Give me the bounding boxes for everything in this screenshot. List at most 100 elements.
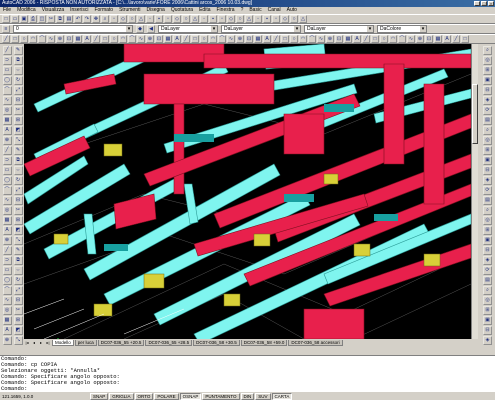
modify-tool-icon[interactable]: A (443, 35, 451, 43)
modify-tool-icon[interactable]: A (83, 35, 91, 43)
status-toggle-din[interactable]: DIN (240, 392, 255, 400)
draw-tool-icon[interactable]: ◯ (2, 76, 12, 85)
modify-tool-icon[interactable]: ⊟ (13, 196, 23, 205)
modify-tool-icon[interactable]: ◠ (29, 35, 37, 43)
status-toggle-osnap[interactable]: OSNAP (179, 392, 202, 400)
status-toggle-snap[interactable]: SNAP (90, 392, 109, 400)
modify-tool-icon[interactable]: A (173, 35, 181, 43)
menu-item-canal[interactable]: Canal (268, 7, 281, 14)
tab-nav-button[interactable]: ▸ (38, 340, 44, 346)
preview-icon[interactable]: ◫ (38, 15, 46, 23)
tool-icon[interactable]: △ (191, 15, 199, 23)
modify-tool-icon[interactable]: ▦ (164, 35, 172, 43)
modify-tool-icon[interactable]: ⇔ (13, 166, 23, 175)
modify-tool-icon[interactable]: ✎ (13, 46, 23, 55)
view-tool-icon[interactable]: ⊞ (483, 146, 492, 155)
modify-tool-icon[interactable]: ↻ (13, 176, 23, 185)
modify-tool-icon[interactable]: ✎ (13, 246, 23, 255)
cut-icon[interactable]: ✂ (47, 15, 55, 23)
draw-tool-icon[interactable]: ∿ (2, 196, 12, 205)
draw-tool-icon[interactable]: A (2, 326, 12, 335)
modify-tool-icon[interactable]: ⤡ (13, 136, 23, 145)
layout-tab[interactable]: Modello (52, 339, 74, 346)
modify-tool-icon[interactable]: ╱ (452, 35, 460, 43)
modify-tool-icon[interactable]: ◠ (209, 35, 217, 43)
modify-tool-icon[interactable]: ⊕ (146, 35, 154, 43)
menu-item-visualizza[interactable]: Visualizza (42, 7, 64, 14)
save-icon[interactable]: ▣ (20, 15, 28, 23)
modify-tool-icon[interactable]: ⊕ (326, 35, 334, 43)
lineweight-select[interactable]: DaLayer (304, 25, 374, 33)
modify-tool-icon[interactable]: ▦ (254, 35, 262, 43)
modify-tool-icon[interactable]: ⤢ (13, 186, 23, 195)
draw-tool-icon[interactable]: ▦ (2, 216, 12, 225)
scrollbar-thumb[interactable] (472, 84, 478, 144)
draw-tool-icon[interactable]: ⊕ (2, 336, 12, 345)
modify-tool-icon[interactable]: ⇔ (13, 66, 23, 75)
menu-item-[interactable]: ? (241, 7, 244, 14)
modify-tool-icon[interactable]: ⧉ (13, 256, 23, 265)
status-toggle-griglia[interactable]: GRIGLIA (109, 392, 134, 400)
modify-tool-icon[interactable]: ⊞ (13, 216, 23, 225)
color-select[interactable]: DaLayer (158, 25, 218, 33)
draw-tool-icon[interactable]: ▭ (2, 166, 12, 175)
tool-icon[interactable]: ▫ (110, 15, 118, 23)
draw-tool-icon[interactable]: ▭ (2, 66, 12, 75)
paste-icon[interactable]: ▤ (65, 15, 73, 23)
modify-tool-icon[interactable]: ∿ (227, 35, 235, 43)
draw-tool-icon[interactable]: ╱ (2, 246, 12, 255)
tool-icon[interactable]: ◦ (146, 15, 154, 23)
pan-icon[interactable]: ✥ (92, 15, 100, 23)
view-tool-icon[interactable]: ⟳ (483, 266, 492, 275)
view-tool-icon[interactable]: ⊟ (483, 166, 492, 175)
tool-icon[interactable]: △ (299, 15, 307, 23)
view-tool-icon[interactable]: ⊟ (483, 326, 492, 335)
print-icon[interactable]: ⎙ (29, 15, 37, 23)
view-tool-icon[interactable]: ▣ (483, 316, 492, 325)
redo-icon[interactable]: ↷ (83, 15, 91, 23)
view-tool-icon[interactable]: ▤ (483, 116, 492, 125)
status-toggle-suv[interactable]: SUV (255, 392, 271, 400)
modify-tool-icon[interactable]: ⊡ (425, 35, 433, 43)
zoom-icon[interactable]: ⌕ (101, 15, 109, 23)
tool-icon[interactable]: ○ (128, 15, 136, 23)
modify-tool-icon[interactable]: ⌒ (398, 35, 406, 43)
modify-tool-icon[interactable]: ◩ (13, 226, 23, 235)
tool-icon[interactable]: △ (245, 15, 253, 23)
tool-icon[interactable]: ◦ (200, 15, 208, 23)
tool-icon[interactable]: ◦ (254, 15, 262, 23)
modify-tool-icon[interactable]: ○ (200, 35, 208, 43)
tab-nav-button[interactable]: |◂ (24, 340, 30, 346)
layout-tab[interactable]: per luca (74, 339, 97, 346)
view-tool-icon[interactable]: ⊞ (483, 306, 492, 315)
draw-tool-icon[interactable]: ◯ (2, 276, 12, 285)
menu-item-basic[interactable]: Basic (249, 7, 261, 14)
view-tool-icon[interactable]: ⟳ (483, 106, 492, 115)
make-current-layer-icon[interactable]: ◆ (136, 25, 144, 33)
view-tool-icon[interactable]: ◎ (483, 56, 492, 65)
view-tool-icon[interactable]: ⌕ (483, 206, 492, 215)
view-tool-icon[interactable]: ⊞ (483, 226, 492, 235)
view-tool-icon[interactable]: ◎ (483, 296, 492, 305)
layout-tab[interactable]: DC07-036_58 +59.0 (240, 339, 288, 346)
previous-layer-icon[interactable]: ◀ (147, 25, 155, 33)
modify-tool-icon[interactable]: ⌒ (308, 35, 316, 43)
tool-icon[interactable]: ○ (236, 15, 244, 23)
view-tool-icon[interactable]: ⌕ (483, 286, 492, 295)
modify-tool-icon[interactable]: ○ (110, 35, 118, 43)
modify-tool-icon[interactable]: ∿ (317, 35, 325, 43)
tool-icon[interactable]: ◇ (281, 15, 289, 23)
command-line[interactable]: Comando: Comando: cp COPIA Selezionare ogg… (0, 355, 495, 391)
modify-tool-icon[interactable]: ⧉ (13, 156, 23, 165)
modify-tool-icon[interactable]: ⤢ (13, 286, 23, 295)
tool-icon[interactable]: ◇ (119, 15, 127, 23)
modify-tool-icon[interactable]: ⊕ (56, 35, 64, 43)
modify-tool-icon[interactable]: ↻ (13, 76, 23, 85)
menu-item-disegna[interactable]: Disegna (146, 7, 164, 14)
draw-tool-icon[interactable]: ◯ (2, 176, 12, 185)
modify-tool-icon[interactable]: A (353, 35, 361, 43)
modify-tool-icon[interactable]: ∿ (137, 35, 145, 43)
modify-tool-icon[interactable]: ⧉ (13, 56, 23, 65)
modify-tool-icon[interactable]: ✂ (13, 106, 23, 115)
draw-tool-icon[interactable]: ╱ (2, 146, 12, 155)
